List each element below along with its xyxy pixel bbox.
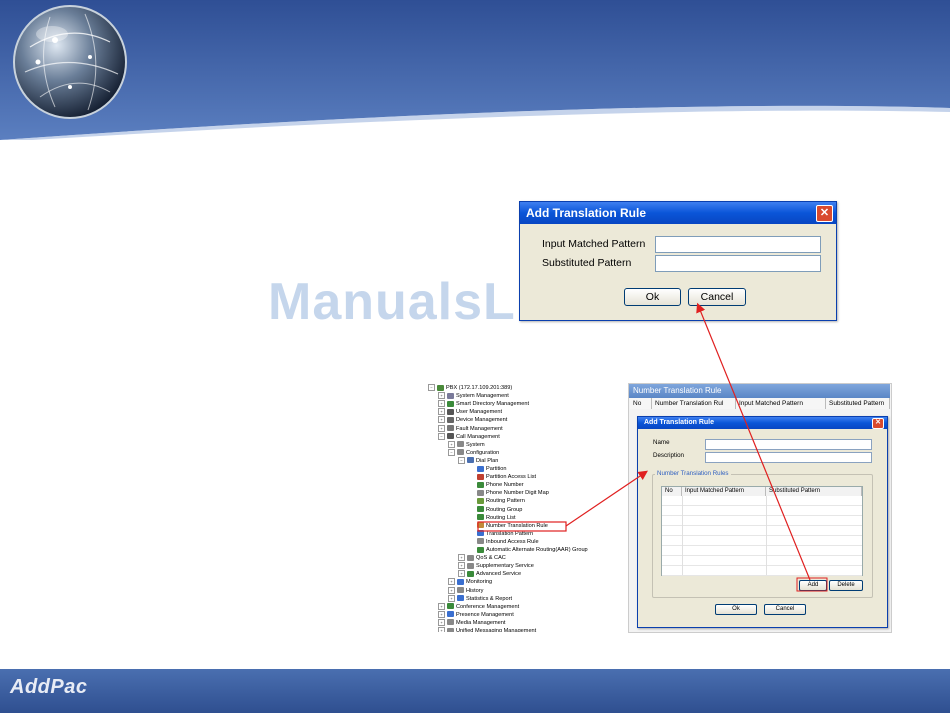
number-translation-rule-highlight (477, 521, 567, 532)
add-button-highlight (796, 577, 828, 592)
annotation-arrows (477, 302, 828, 592)
arrow-add-to-main-dialog (696, 302, 811, 581)
arrow-to-subdialog (565, 470, 648, 527)
footer-bar (0, 669, 950, 713)
addpac-logo: AddPac (10, 676, 88, 698)
